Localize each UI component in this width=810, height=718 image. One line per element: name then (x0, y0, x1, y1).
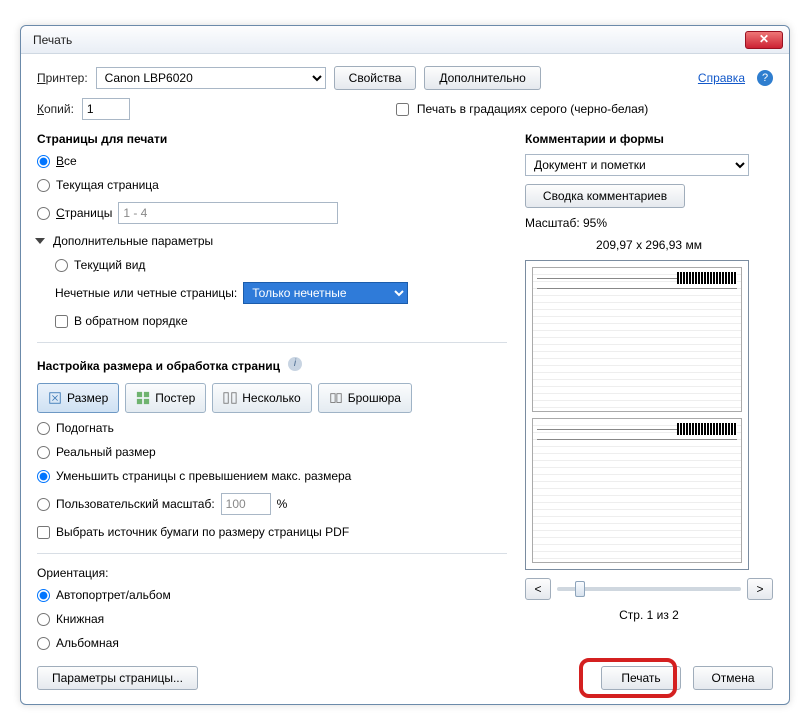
print-dialog: Печать ✕ Принтер: Canon LBP6020 Свойства… (20, 25, 790, 705)
grayscale-label: Печать в градациях серого (черно-белая) (417, 102, 648, 116)
pages-all-radio[interactable] (37, 155, 50, 168)
page-setup-button[interactable]: Параметры страницы... (37, 666, 198, 690)
help-icon[interactable]: ? (757, 70, 773, 86)
odd-even-label: Нечетные или четные страницы: (55, 286, 237, 300)
tab-size[interactable]: Размер (37, 383, 119, 413)
preview-page-2 (532, 418, 742, 563)
orient-portrait-label: Книжная (56, 612, 104, 626)
close-button[interactable]: ✕ (745, 31, 783, 49)
window-title: Печать (33, 33, 745, 47)
actual-label: Реальный размер (56, 445, 156, 459)
help-link[interactable]: Справка (698, 71, 745, 85)
paper-source-label: Выбрать источник бумаги по размеру стран… (56, 525, 349, 539)
comments-summary-button[interactable]: Сводка комментариев (525, 184, 685, 208)
preview-dimensions: 209,97 x 296,93 мм (525, 238, 773, 252)
preview-scale: Масштаб: 95% (525, 216, 773, 230)
titlebar: Печать ✕ (21, 26, 789, 54)
copies-input[interactable] (82, 98, 130, 120)
comments-select[interactable]: Документ и пометки (525, 154, 749, 176)
sizing-tabs: Размер Постер Несколько Брошюра (37, 383, 507, 413)
printer-label: Принтер: (37, 71, 88, 85)
orient-landscape-radio[interactable] (37, 637, 50, 650)
size-icon (48, 391, 62, 405)
preview-prev-button[interactable]: < (525, 578, 551, 600)
print-preview (525, 260, 749, 570)
orient-auto-label: Автопортрет/альбом (56, 588, 171, 602)
properties-button[interactable]: Свойства (334, 66, 417, 90)
pages-range-input[interactable] (118, 202, 338, 224)
orient-portrait-radio[interactable] (37, 613, 50, 626)
pages-all-label: Все (56, 154, 77, 168)
pages-current-label: Текущая страница (56, 178, 159, 192)
booklet-icon (329, 391, 343, 405)
more-options-toggle[interactable]: Дополнительные параметры (37, 232, 507, 250)
reverse-checkbox[interactable] (55, 315, 68, 328)
multiple-icon (223, 391, 237, 405)
preview-page-count: Стр. 1 из 2 (525, 608, 773, 622)
copies-label: Копий: (37, 102, 74, 116)
pages-range-label: Страницы (56, 206, 112, 220)
custom-scale-input[interactable] (221, 493, 271, 515)
current-view-radio[interactable] (55, 259, 68, 272)
reverse-label: В обратном порядке (74, 314, 188, 328)
tab-multiple[interactable]: Несколько (212, 383, 311, 413)
grayscale-checkbox[interactable] (396, 103, 409, 116)
barcode-icon (677, 272, 737, 284)
orient-landscape-label: Альбомная (56, 636, 119, 650)
odd-even-select[interactable]: Только нечетные (243, 282, 408, 304)
preview-page-1 (532, 267, 742, 412)
shrink-label: Уменьшить страницы с превышением макс. р… (56, 469, 351, 483)
chevron-down-icon (35, 238, 45, 244)
preview-next-button[interactable]: > (747, 578, 773, 600)
tab-poster[interactable]: Постер (125, 383, 206, 413)
fit-radio[interactable] (37, 422, 50, 435)
advanced-button[interactable]: Дополнительно (424, 66, 540, 90)
orient-auto-radio[interactable] (37, 589, 50, 602)
shrink-radio[interactable] (37, 470, 50, 483)
info-icon[interactable]: i (288, 357, 302, 371)
printer-select[interactable]: Canon LBP6020 (96, 67, 326, 89)
cancel-button[interactable]: Отмена (693, 666, 773, 690)
orientation-title: Ориентация: (37, 566, 507, 580)
preview-slider[interactable] (557, 587, 741, 591)
actual-radio[interactable] (37, 446, 50, 459)
poster-icon (136, 391, 150, 405)
pages-section-title: Страницы для печати (37, 132, 507, 146)
current-view-label: Текущий вид (74, 258, 145, 272)
fit-label: Подогнать (56, 421, 114, 435)
comments-title: Комментарии и формы (525, 132, 773, 146)
print-button[interactable]: Печать (601, 666, 681, 690)
barcode-icon (677, 423, 737, 435)
paper-source-checkbox[interactable] (37, 526, 50, 539)
tab-booklet[interactable]: Брошюра (318, 383, 412, 413)
custom-scale-label: Пользовательский масштаб: (56, 497, 215, 511)
pages-current-radio[interactable] (37, 179, 50, 192)
custom-scale-radio[interactable] (37, 498, 50, 511)
sizing-title: Настройка размера и обработка страниц (37, 359, 280, 373)
pages-range-radio[interactable] (37, 207, 50, 220)
slider-thumb[interactable] (575, 581, 585, 597)
